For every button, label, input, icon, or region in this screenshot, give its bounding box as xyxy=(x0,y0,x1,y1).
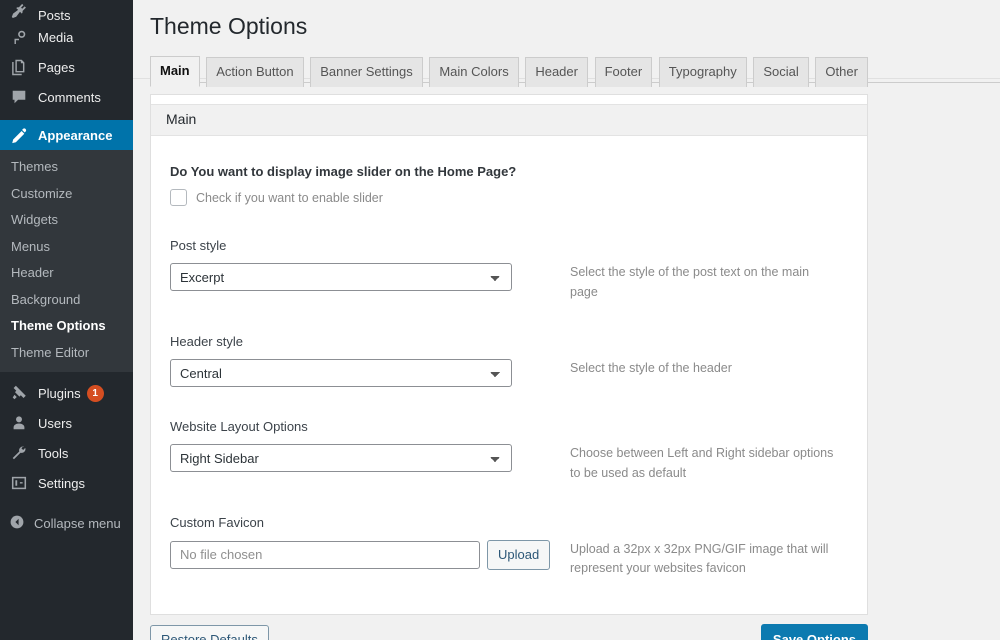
plugins-icon xyxy=(9,383,29,403)
tab-main[interactable]: Main xyxy=(150,55,200,87)
sidebar-item-widgets[interactable]: Widgets xyxy=(0,207,133,234)
field-label-favicon: Custom Favicon xyxy=(170,514,264,530)
tab-main-colors[interactable]: Main Colors xyxy=(429,56,519,87)
sidebar-item-label: Posts xyxy=(38,8,71,23)
sidebar-item-theme-editor[interactable]: Theme Editor xyxy=(0,340,133,367)
tab-footer[interactable]: Footer xyxy=(594,56,653,87)
tab-typography[interactable]: Typography xyxy=(658,56,747,87)
collapse-arrow-icon xyxy=(9,514,25,533)
sidebar-item-menus[interactable]: Menus xyxy=(0,234,133,261)
field-desc-header-style: Select the style of the header xyxy=(570,361,732,376)
save-options-button[interactable]: Save Options xyxy=(760,624,868,640)
sidebar-item-label: Settings xyxy=(38,475,85,491)
sidebar-item-label: Comments xyxy=(38,89,101,105)
sidebar-item-customize[interactable]: Customize xyxy=(0,181,133,208)
tab-banner-settings[interactable]: Banner Settings xyxy=(310,56,423,87)
field-layout: Website Layout Options Right Sidebar Cho… xyxy=(151,419,867,483)
favicon-file-input[interactable] xyxy=(170,540,480,569)
status-badge: 1 xyxy=(86,384,104,402)
field-label-slider: Do You want to display image slider on t… xyxy=(170,164,517,180)
panel-top-strip xyxy=(151,94,867,105)
options-form: Do You want to display image slider on t… xyxy=(151,136,867,615)
pages-icon xyxy=(9,57,29,77)
sidebar-item-label: Tools xyxy=(38,445,69,461)
sidebar-item-tools[interactable]: Tools xyxy=(0,438,133,468)
wp-admin-screen: Posts Media Pages Comments Appearance Th… xyxy=(0,0,1000,640)
sidebar-item-themes[interactable]: Themes xyxy=(0,154,133,181)
field-post-style: Post style Excerpt Select the style of t… xyxy=(151,238,867,302)
sidebar-item-media[interactable]: Media xyxy=(0,22,133,52)
sidebar-item-theme-options[interactable]: Theme Options xyxy=(0,313,133,340)
field-desc-favicon: Upload a 32px x 32px PNG/GIF image that … xyxy=(570,541,829,576)
tab-other[interactable]: Other xyxy=(815,56,868,87)
sidebar-item-background[interactable]: Background xyxy=(0,287,133,314)
field-desc-post-style: Select the style of the post text on the… xyxy=(570,265,810,299)
tab-social[interactable]: Social xyxy=(753,56,809,87)
field-slider: Do You want to display image slider on t… xyxy=(151,164,867,207)
slider-enable-checkbox[interactable] xyxy=(170,189,187,207)
page-title: Theme Options xyxy=(150,13,308,39)
section-title: Main xyxy=(151,104,867,137)
tab-header[interactable]: Header xyxy=(525,56,588,87)
field-favicon: Custom Favicon Upload Upload a 32px x 32… xyxy=(151,515,867,579)
favicon-upload-button[interactable]: Upload xyxy=(487,539,551,570)
field-label-layout: Website Layout Options xyxy=(170,419,308,435)
appearance-brush-icon xyxy=(9,125,29,145)
tools-wrench-icon xyxy=(9,443,29,463)
content-area: Theme Options Main Action Button Banner … xyxy=(133,0,1000,640)
collapse-menu-button[interactable]: Collapse menu xyxy=(0,508,133,538)
layout-select[interactable]: Right Sidebar xyxy=(170,444,512,473)
sidebar-item-posts[interactable]: Posts xyxy=(0,0,133,22)
sidebar-item-pages[interactable]: Pages xyxy=(0,52,133,82)
theme-options-tabs: Main Action Button Banner Settings Main … xyxy=(150,48,1000,87)
field-label-header-style: Header style xyxy=(170,334,243,350)
sidebar-item-header[interactable]: Header xyxy=(0,260,133,287)
collapse-menu-label: Collapse menu xyxy=(34,515,121,531)
sidebar-item-label: Pages xyxy=(38,59,75,75)
media-icon xyxy=(9,27,29,47)
tab-action-button[interactable]: Action Button xyxy=(206,56,304,87)
pin-icon xyxy=(9,2,29,22)
post-style-select[interactable]: Excerpt xyxy=(170,263,512,292)
restore-defaults-button[interactable]: Restore Defaults xyxy=(150,625,269,640)
appearance-submenu: Themes Customize Widgets Menus Header Ba… xyxy=(0,150,133,373)
form-footer: Restore Defaults Save Options xyxy=(150,624,868,640)
sidebar-item-settings[interactable]: Settings xyxy=(0,468,133,498)
header-style-select[interactable]: Central xyxy=(170,359,512,388)
comments-icon xyxy=(9,87,29,107)
field-label-post-style: Post style xyxy=(170,238,227,254)
sidebar-item-comments[interactable]: Comments xyxy=(0,82,133,112)
sidebar-item-appearance[interactable]: Appearance xyxy=(0,120,133,150)
sidebar-item-label: Media xyxy=(38,29,74,45)
sidebar-item-users[interactable]: Users xyxy=(0,408,133,438)
field-desc-layout: Choose between Left and Right sidebar op… xyxy=(570,446,834,480)
admin-sidebar: Posts Media Pages Comments Appearance Th… xyxy=(0,0,133,640)
users-icon xyxy=(9,413,29,433)
settings-sliders-icon xyxy=(9,473,29,493)
slider-checkbox-label: Check if you want to enable slider xyxy=(196,190,383,205)
sidebar-item-label: Users xyxy=(38,415,72,431)
field-header-style: Header style Central Select the style of… xyxy=(151,334,867,388)
sidebar-item-label: Plugins xyxy=(38,385,81,401)
sidebar-item-label: Appearance xyxy=(38,127,113,143)
sidebar-item-plugins[interactable]: Plugins 1 xyxy=(0,378,133,408)
theme-options-panel: Main Do You want to display image slider… xyxy=(150,93,868,616)
